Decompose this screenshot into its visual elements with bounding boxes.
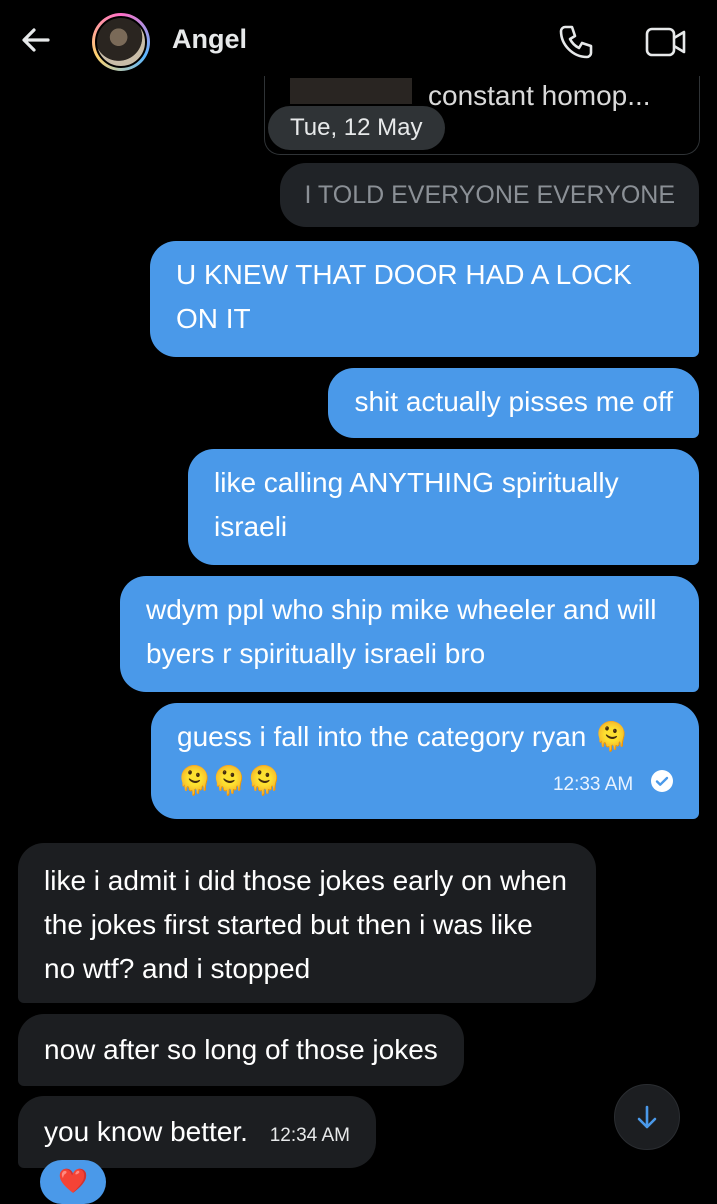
message-bubble[interactable]: shit actually pisses me off: [328, 368, 699, 438]
scroll-to-bottom-button[interactable]: [614, 1084, 680, 1150]
back-arrow-icon[interactable]: [18, 22, 54, 58]
message-text: shit actually pisses me off: [354, 386, 673, 417]
shared-post-thumbnail: [290, 78, 412, 104]
emoji: 🫠🫠🫠: [177, 765, 282, 796]
message-bubble[interactable]: like calling ANYTHING spiritually israel…: [188, 449, 699, 565]
contact-name[interactable]: Angel: [172, 24, 247, 55]
phone-icon[interactable]: [556, 22, 596, 62]
message-text: guess i fall into the category ryan: [177, 721, 587, 752]
message-bubble[interactable]: guess i fall into the category ryan 🫠 🫠🫠…: [151, 703, 699, 819]
read-check-icon: [651, 769, 673, 792]
message-bubble[interactable]: now after so long of those jokes: [18, 1014, 464, 1086]
date-separator: Tue, 12 May: [268, 106, 445, 150]
heart-reaction[interactable]: ❤️: [40, 1160, 106, 1204]
message-text: wdym ppl who ship mike wheeler and will …: [146, 594, 657, 669]
avatar[interactable]: [92, 13, 150, 71]
message-timestamp: 12:33 AM: [552, 774, 634, 795]
video-icon[interactable]: [644, 24, 688, 60]
emoji: 🫠: [594, 721, 629, 752]
message-text: like calling ANYTHING spiritually israel…: [214, 467, 619, 542]
message-timestamp: 12:34 AM: [269, 1125, 350, 1146]
arrow-down-icon: [637, 1105, 657, 1129]
message-text: now after so long of those jokes: [44, 1034, 438, 1065]
message-bubble[interactable]: U KNEW THAT DOOR HAD A LOCK ON IT: [150, 241, 699, 357]
message-text: U KNEW THAT DOOR HAD A LOCK ON IT: [176, 259, 632, 334]
message-bubble[interactable]: like i admit i did those jokes early on …: [18, 843, 596, 1003]
message-bubble[interactable]: I TOLD EVERYONE EVERYONE: [280, 163, 699, 227]
message-text: like i admit i did those jokes early on …: [44, 865, 567, 984]
message-bubble[interactable]: wdym ppl who ship mike wheeler and will …: [120, 576, 699, 692]
heart-icon: ❤️: [58, 1168, 88, 1195]
message-text: I TOLD EVERYONE EVERYONE: [304, 181, 675, 209]
message-text: you know better.: [44, 1116, 248, 1147]
shared-post-preview: constant homop...: [428, 80, 651, 111]
message-bubble[interactable]: you know better. 12:34 AM: [18, 1096, 376, 1168]
